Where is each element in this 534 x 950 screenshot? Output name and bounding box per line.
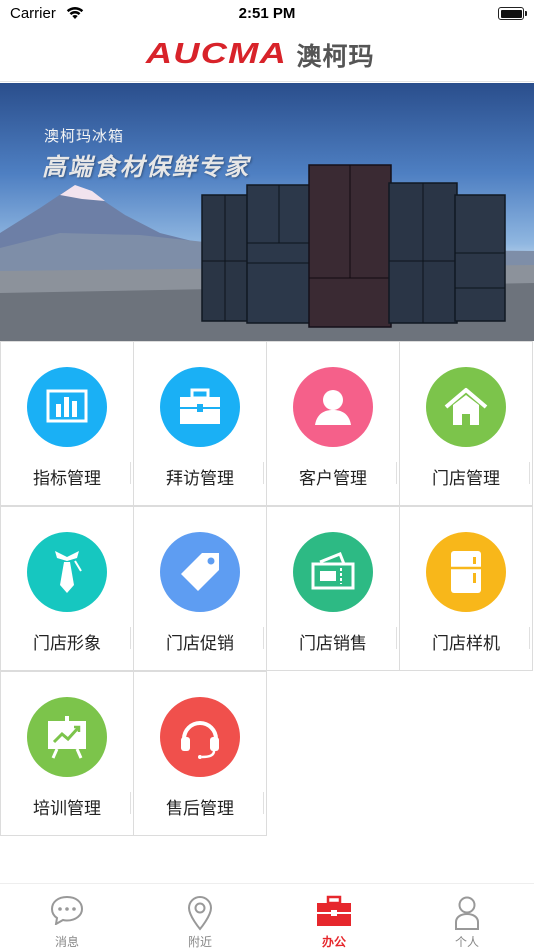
tab-label: 办公 — [321, 935, 346, 949]
grid-item-aftersales-management[interactable]: 售后管理 — [133, 671, 267, 836]
user-icon — [293, 367, 373, 447]
tab-office[interactable]: 办公 — [267, 884, 401, 950]
grid-item-label: 指标管理 — [33, 469, 101, 489]
grid-item-store-promotion[interactable]: 门店促销 — [133, 506, 267, 671]
divider — [263, 792, 264, 814]
grid-item-visit-management[interactable]: 拜访管理 — [133, 341, 267, 506]
location-pin-icon — [187, 896, 213, 931]
divider — [130, 462, 131, 484]
brand-logo-cn: 澳柯玛 — [296, 41, 375, 71]
divider — [263, 627, 264, 649]
divider — [529, 627, 530, 649]
promo-banner[interactable]: 澳柯玛冰箱 高端食材保鲜专家 — [0, 83, 534, 341]
divider — [130, 792, 131, 814]
divider — [396, 462, 397, 484]
grid-item-label: 门店形象 — [33, 634, 101, 654]
grid-item-indicator-management[interactable]: 指标管理 — [0, 341, 134, 506]
grid-item-store-management[interactable]: 门店管理 — [399, 341, 533, 506]
tab-profile[interactable]: 个人 — [400, 884, 534, 950]
grid-item-label: 门店样机 — [432, 634, 500, 654]
status-bar: Carrier 2:51 PM — [0, 0, 534, 28]
grid-item-label: 售后管理 — [166, 799, 234, 819]
ticket-icon — [293, 532, 373, 612]
briefcase-icon — [160, 367, 240, 447]
grid-item-store-sales[interactable]: 门店销售 — [266, 506, 400, 671]
toolbox-icon — [317, 895, 351, 926]
banner-title: 高端食材保鲜专家 — [42, 153, 250, 181]
grid-item-label: 门店促销 — [166, 634, 234, 654]
grid-item-label: 门店销售 — [299, 634, 367, 654]
brand-logo-en: AUCMA — [145, 38, 287, 70]
banner-image — [0, 164, 534, 341]
headset-icon — [160, 697, 240, 777]
tab-messages[interactable]: 消息 — [0, 884, 134, 950]
divider — [529, 462, 530, 484]
divider — [263, 462, 264, 484]
grid-item-label: 培训管理 — [33, 799, 101, 819]
tag-icon — [160, 532, 240, 612]
presentation-icon — [27, 697, 107, 777]
grid-item-customer-management[interactable]: 客户管理 — [266, 341, 400, 506]
grid-item-label: 门店管理 — [432, 469, 500, 489]
divider — [130, 627, 131, 649]
home-icon — [426, 367, 506, 447]
app-header: AUCMA 澳柯玛 — [0, 28, 534, 82]
person-icon — [455, 896, 479, 930]
grid-item-label: 拜访管理 — [166, 469, 234, 489]
bottom-tab-bar: 消息 附近 办公 个人 — [0, 883, 534, 950]
grid-item-training-management[interactable]: 培训管理 — [0, 671, 134, 836]
banner-subtitle: 澳柯玛冰箱 — [44, 127, 125, 145]
tab-nearby[interactable]: 附近 — [133, 884, 267, 950]
battery-icon — [498, 7, 527, 20]
grid-item-store-image[interactable]: 门店形象 — [0, 506, 134, 671]
divider — [396, 627, 397, 649]
clock: 2:51 PM — [238, 5, 296, 22]
fridge-icon — [426, 532, 506, 612]
tab-label: 附近 — [187, 935, 212, 949]
tab-label: 个人 — [454, 935, 479, 949]
bar-chart-icon — [27, 367, 107, 447]
grid-item-label: 客户管理 — [299, 469, 367, 489]
tie-icon — [27, 532, 107, 612]
grid-item-store-sample[interactable]: 门店样机 — [399, 506, 533, 671]
tab-label: 消息 — [54, 935, 79, 949]
chat-icon — [50, 895, 84, 925]
